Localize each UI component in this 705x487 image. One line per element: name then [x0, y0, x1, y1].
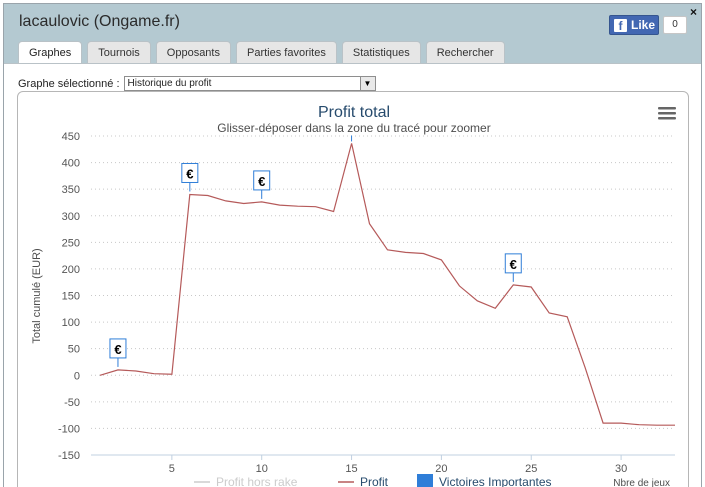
- flags-layer: € € € €: [109, 135, 522, 367]
- y-tick-label: 0: [74, 370, 80, 382]
- y-tick-label: -150: [58, 450, 80, 462]
- x-tick-label: 15: [345, 463, 357, 475]
- y-axis-ticks: -150 -100 -50 0 50 100 150 200 250 300 350 400 450: [58, 131, 80, 462]
- y-tick-label: 300: [62, 211, 80, 223]
- x-tick-label: 20: [435, 463, 447, 475]
- x-tick-label: 25: [525, 463, 537, 475]
- flag-label: €: [114, 342, 121, 357]
- facebook-like-label: Like: [631, 18, 656, 32]
- y-tick-label: 50: [68, 344, 80, 356]
- grid: [91, 135, 675, 456]
- tab-statistiques[interactable]: Statistiques: [341, 41, 421, 64]
- y-axis-title: Total cumulé (EUR): [31, 248, 43, 343]
- graph-select-value: Historique du profit: [127, 78, 212, 89]
- x-tick-label: 30: [615, 463, 627, 475]
- legend-label: Victoires Importantes: [439, 475, 552, 487]
- y-tick-label: -100: [58, 423, 80, 435]
- flag-label: €: [258, 174, 265, 189]
- y-tick-label: 100: [62, 317, 80, 329]
- series-layer: [99, 143, 675, 426]
- close-icon[interactable]: ×: [690, 5, 697, 19]
- x-tick-label: 5: [169, 463, 175, 475]
- graph-selector-row: Graphe sélectionné : Historique du profi…: [18, 76, 376, 91]
- chart-container: Profit total Glisser-déposer dans la zon…: [17, 91, 689, 487]
- tab-bar: Graphes Tournois Opposants Parties favor…: [18, 41, 505, 65]
- tab-content: Graphe sélectionné : Historique du profi…: [4, 63, 701, 487]
- tab-tournois[interactable]: Tournois: [87, 41, 151, 64]
- x-axis-title: Nbre de jeux: [613, 478, 670, 487]
- legend-symbol: [417, 474, 433, 487]
- facebook-f-icon: f: [614, 18, 627, 33]
- flag-label: €: [510, 257, 517, 272]
- app-window: lacaulovic (Ongame.fr) f Like 0 × Graphe…: [3, 3, 702, 487]
- window-title: lacaulovic (Ongame.fr): [19, 13, 180, 30]
- graph-selector-label: Graphe sélectionné :: [18, 77, 120, 90]
- facebook-like-count: 0: [663, 16, 687, 34]
- tab-rechercher[interactable]: Rechercher: [425, 41, 505, 64]
- chart-subtitle: Glisser-déposer dans la zone du tracé po…: [217, 121, 490, 135]
- series-line-profit: [99, 143, 675, 426]
- chevron-down-icon[interactable]: ▼: [359, 77, 375, 90]
- tab-parties-favorites[interactable]: Parties favorites: [235, 41, 337, 64]
- legend-label: Profit hors rake: [216, 475, 298, 487]
- facebook-like-button[interactable]: f Like: [609, 15, 659, 35]
- profit-chart[interactable]: Profit total Glisser-déposer dans la zon…: [18, 92, 690, 487]
- x-tick-label: 10: [256, 463, 268, 475]
- y-tick-label: -50: [64, 397, 80, 409]
- title-bar: lacaulovic (Ongame.fr) f Like 0 × Graphe…: [4, 4, 701, 65]
- y-tick-label: 250: [62, 237, 80, 249]
- y-tick-label: 200: [62, 264, 80, 276]
- y-tick-label: 450: [62, 131, 80, 143]
- y-tick-label: 400: [62, 158, 80, 170]
- chart-title: Profit total: [318, 104, 390, 121]
- chart-legend: Profit hors rake Profit Victoires Importan…: [194, 474, 552, 487]
- legend-label: Profit: [360, 475, 389, 487]
- tab-graphes[interactable]: Graphes: [18, 41, 83, 65]
- x-axis-ticks: 5 10 15 20 25 30: [91, 454, 675, 475]
- menu-icon[interactable]: [658, 107, 676, 120]
- y-tick-label: 350: [62, 184, 80, 196]
- tab-opposants[interactable]: Opposants: [155, 41, 231, 64]
- flag-label: €: [186, 166, 193, 181]
- y-tick-label: 150: [62, 291, 80, 303]
- graph-select[interactable]: Historique du profit ▼: [123, 76, 376, 91]
